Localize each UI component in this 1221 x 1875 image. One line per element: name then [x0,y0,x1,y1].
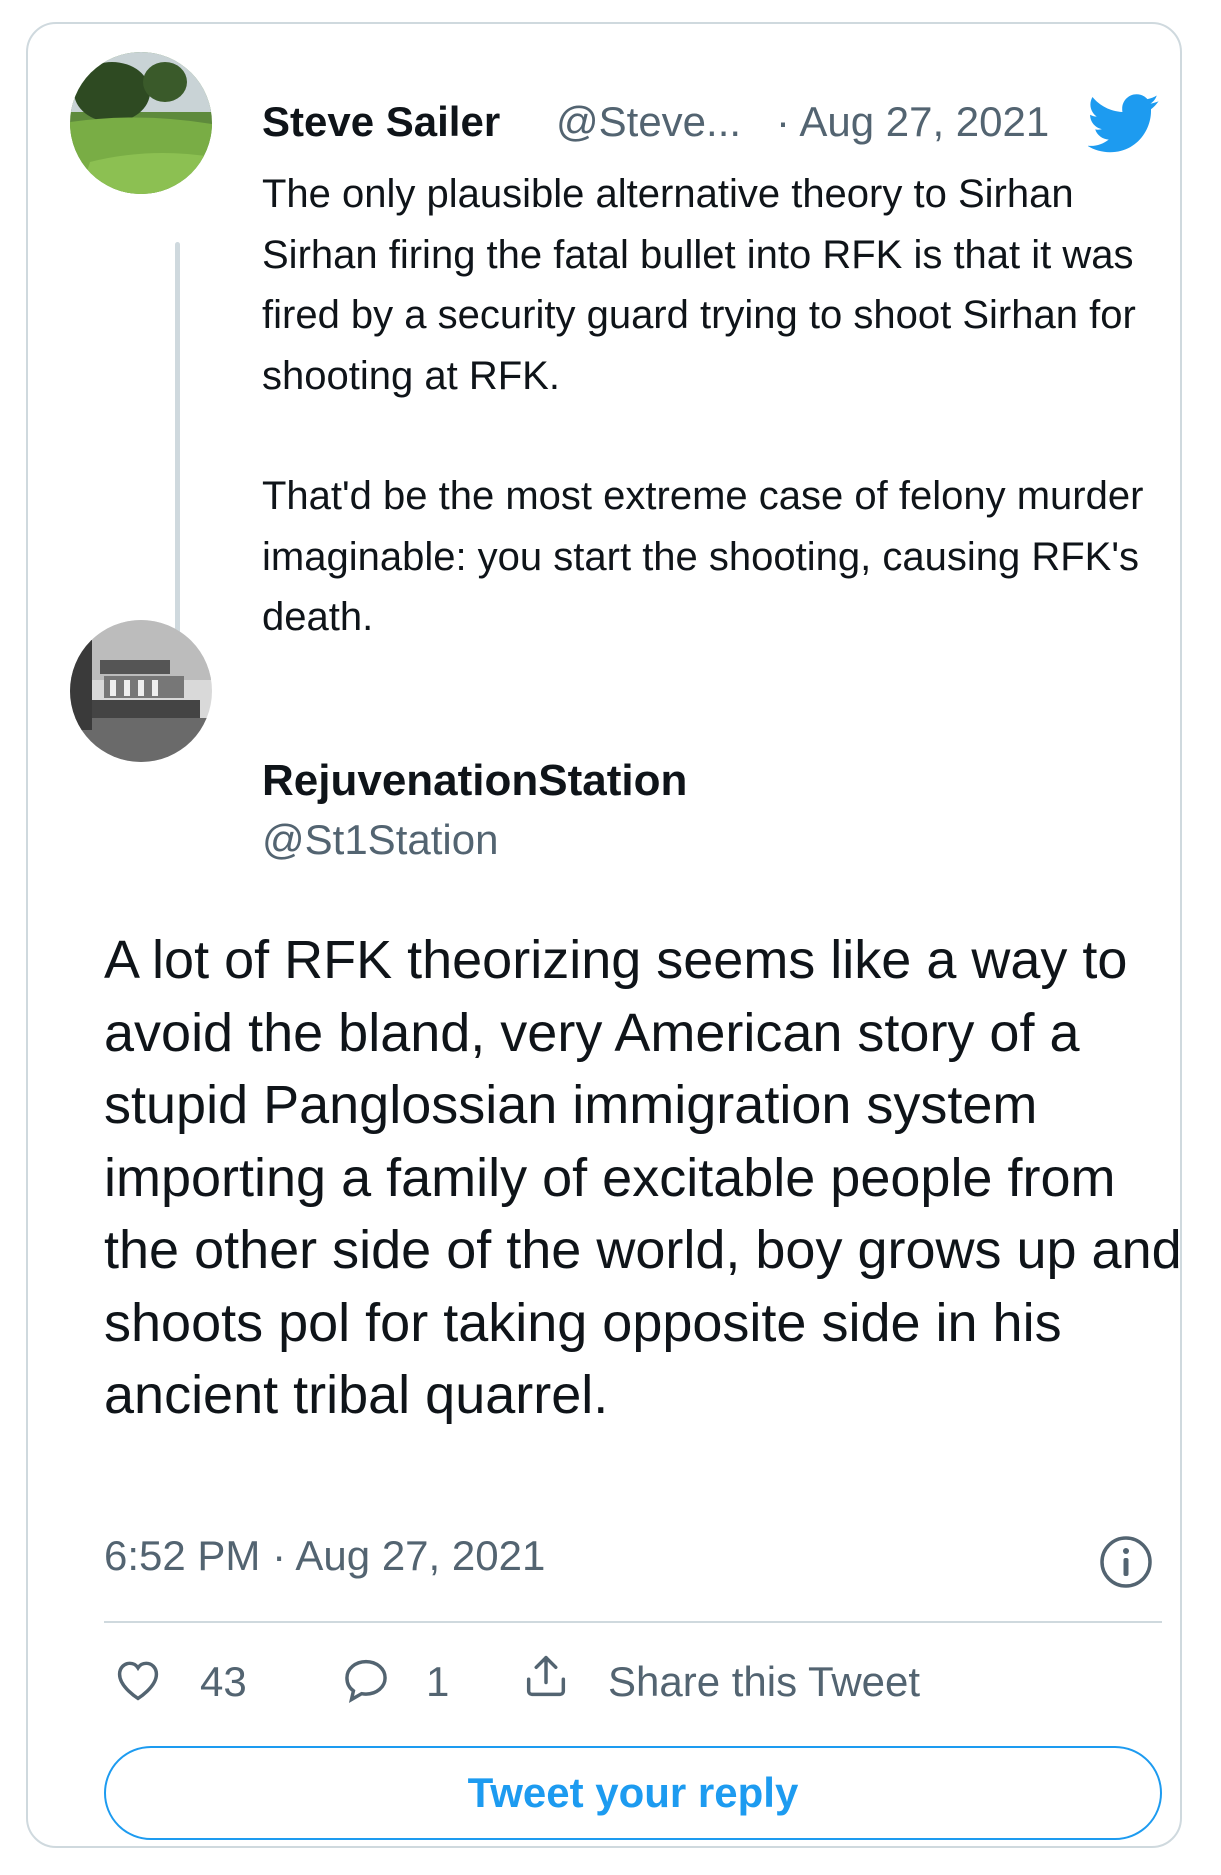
quoted-date[interactable]: · Aug 27, 2021 [776,98,1049,146]
avatar-rejuvenation-station[interactable] [70,620,212,762]
main-handle[interactable]: @St1Station [262,816,498,864]
twitter-bird-icon[interactable] [1087,94,1160,154]
like-count[interactable]: 43 [200,1658,247,1706]
quoted-paragraph: That'd be the most extreme case of felon… [262,474,1144,639]
share-icon[interactable] [520,1650,572,1702]
quoted-handle[interactable]: @Steve... [556,98,741,146]
tweet-timestamp[interactable]: 6:52 PM · Aug 27, 2021 [104,1532,545,1580]
reply-bubble-icon[interactable] [340,1654,392,1706]
tweet-your-reply-button[interactable]: Tweet your reply [104,1746,1162,1840]
reply-count[interactable]: 1 [426,1658,449,1706]
main-tweet-text: A lot of RFK theorizing seems like a way… [104,930,1182,1425]
share-tweet-link[interactable]: Share this Tweet [608,1658,920,1706]
quoted-display-name[interactable]: Steve Sailer [262,98,500,146]
quoted-tweet-text: The only plausible alternative theory to… [262,164,1162,648]
info-icon[interactable] [1098,1534,1154,1590]
heart-icon[interactable] [112,1654,164,1706]
quoted-paragraph: The only plausible alternative theory to… [262,172,1136,398]
tweet-card: Steve Sailer @Steve... · Aug 27, 2021 Th… [26,22,1182,1848]
main-display-name[interactable]: RejuvenationStation [262,756,687,806]
avatar-steve-sailer[interactable] [70,52,212,194]
divider [104,1621,1162,1623]
